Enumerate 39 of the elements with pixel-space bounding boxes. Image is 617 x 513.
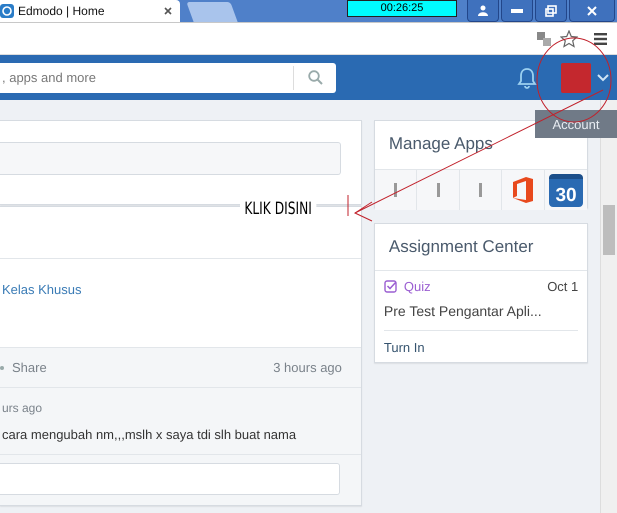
search-bar[interactable]: , apps and more [0,62,336,92]
checkbox-icon [384,280,397,293]
assignment-title[interactable]: Pre Test Pengantar Apli... [384,303,578,331]
close-icon [587,6,597,16]
turn-in-link[interactable]: Turn In [384,331,578,362]
close-window-button[interactable] [569,0,615,22]
share-link[interactable]: Share [12,360,47,375]
search-field[interactable]: , apps and more [0,70,293,85]
star-icon[interactable] [560,30,578,48]
manage-apps-title[interactable]: Manage Apps [374,121,507,169]
office-icon [511,176,536,204]
comment-text: cara mengubah nm,,,mslh x saya tdi slh buat nama [2,427,298,442]
chevron-down-icon[interactable] [597,74,609,82]
minimize-icon [511,8,523,12]
account-tooltip: Account [535,110,617,138]
timer-display: 00:26:25 [347,0,457,17]
post-timestamp: 3 hours ago [273,360,342,375]
tab-title: Edmodo | Home [18,4,106,18]
scrollbar[interactable] [600,100,617,513]
comment-timestamp: urs ago [2,401,44,415]
close-icon[interactable] [164,7,172,15]
restore-button[interactable] [535,0,567,22]
assignment-type: Quiz [404,279,431,294]
group-link[interactable]: Kelas Khusus [0,282,82,297]
minimize-button[interactable] [501,0,533,22]
app-logo-icon [0,4,14,18]
bell-icon[interactable] [517,66,537,88]
browser-tab[interactable]: Edmodo | Home [0,0,180,22]
menu-icon[interactable] [594,32,607,44]
due-date: Oct 1 [547,279,578,294]
user-button[interactable] [467,0,499,22]
person-icon [478,5,488,16]
reply-input-field[interactable] [0,463,340,495]
assignment-center-title: Assignment Center [374,224,588,271]
search-icon [308,70,322,85]
restore-icon [545,4,557,16]
bullet-icon [0,366,4,370]
scrollbar-thumb[interactable] [603,205,615,255]
post-input-field[interactable] [0,142,341,175]
